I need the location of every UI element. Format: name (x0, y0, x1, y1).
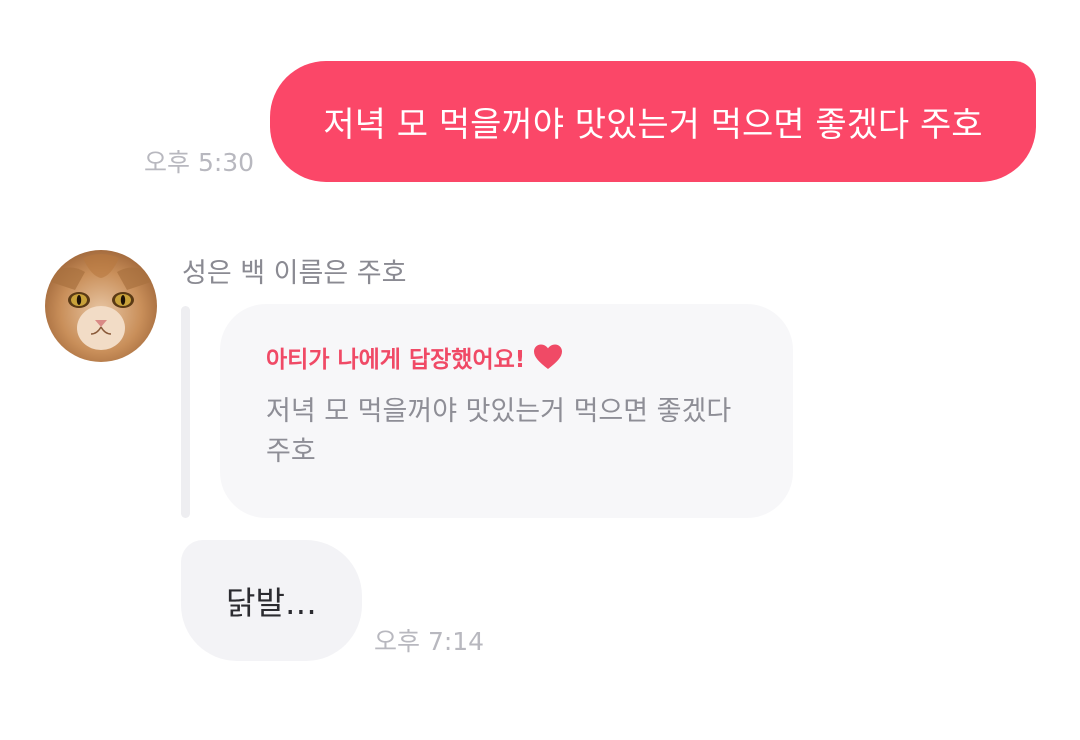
reply-indicator-bar (181, 306, 190, 518)
reply-quoted-text: 저녁 모 먹을꺼야 맛있는거 먹으면 좋겠다 주호 (266, 396, 732, 467)
reply-header-text: 아티가 나에게 답장했어요! (266, 347, 526, 373)
incoming-message-text: 닭발… (226, 583, 317, 622)
reply-header: 아티가 나에게 답장했어요! (266, 340, 753, 374)
sender-name: 성은 백 이름은 주호 (182, 258, 407, 289)
incoming-message-bubble[interactable]: 닭발… (181, 540, 362, 661)
sender-avatar[interactable] (45, 250, 157, 362)
incoming-message-time: 오후 7:14 (374, 627, 485, 656)
cat-avatar-icon (45, 250, 157, 362)
outgoing-message-text: 저녁 모 먹을꺼야 맛있는거 먹으면 좋겠다 주호 (323, 105, 983, 145)
heart-icon (534, 344, 563, 369)
outgoing-message-time: 오후 5:30 (144, 148, 255, 177)
outgoing-message-bubble[interactable]: 저녁 모 먹을꺼야 맛있는거 먹으면 좋겠다 주호 (270, 61, 1036, 182)
reply-card[interactable]: 아티가 나에게 답장했어요! 저녁 모 먹을꺼야 맛있는거 먹으면 좋겠다 주호 (220, 304, 793, 518)
